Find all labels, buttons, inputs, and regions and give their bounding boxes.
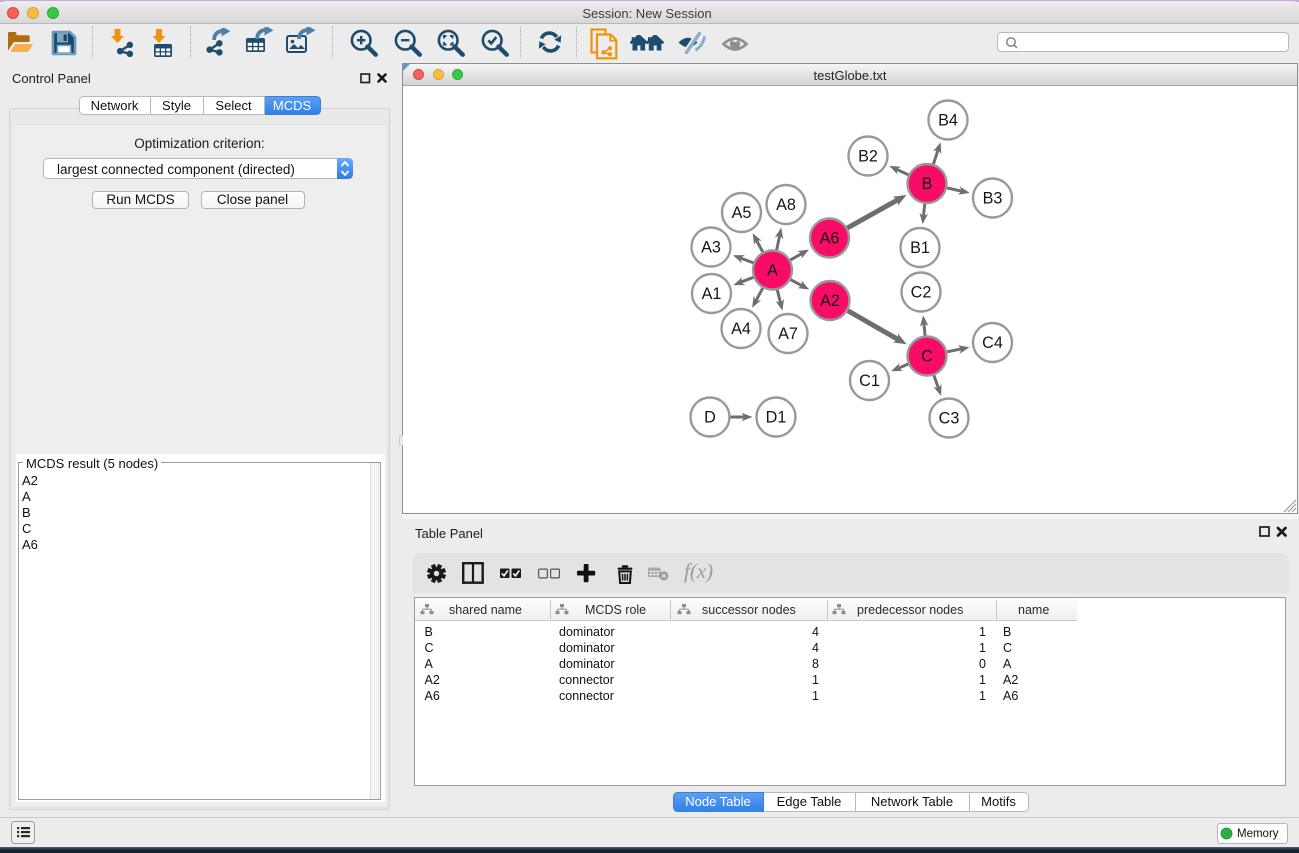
svg-text:A8: A8 xyxy=(776,196,796,214)
svg-text:B4: B4 xyxy=(938,112,958,130)
svg-text:A7: A7 xyxy=(778,325,798,343)
svg-text:A: A xyxy=(767,262,778,280)
svg-text:D: D xyxy=(704,409,716,427)
svg-text:A6: A6 xyxy=(820,230,840,248)
svg-text:B2: B2 xyxy=(858,148,878,166)
svg-text:B3: B3 xyxy=(983,190,1003,208)
svg-text:C: C xyxy=(921,348,933,366)
svg-text:A2: A2 xyxy=(820,292,840,310)
svg-text:B: B xyxy=(922,175,933,193)
svg-text:A4: A4 xyxy=(731,320,751,338)
svg-text:C2: C2 xyxy=(911,284,932,302)
svg-text:A1: A1 xyxy=(702,285,722,303)
svg-text:C3: C3 xyxy=(939,410,960,428)
svg-text:A3: A3 xyxy=(701,239,721,257)
svg-text:B1: B1 xyxy=(910,239,930,257)
svg-text:C1: C1 xyxy=(859,372,880,390)
svg-text:C4: C4 xyxy=(982,334,1003,352)
svg-text:A5: A5 xyxy=(732,204,752,222)
svg-text:D1: D1 xyxy=(766,409,787,427)
